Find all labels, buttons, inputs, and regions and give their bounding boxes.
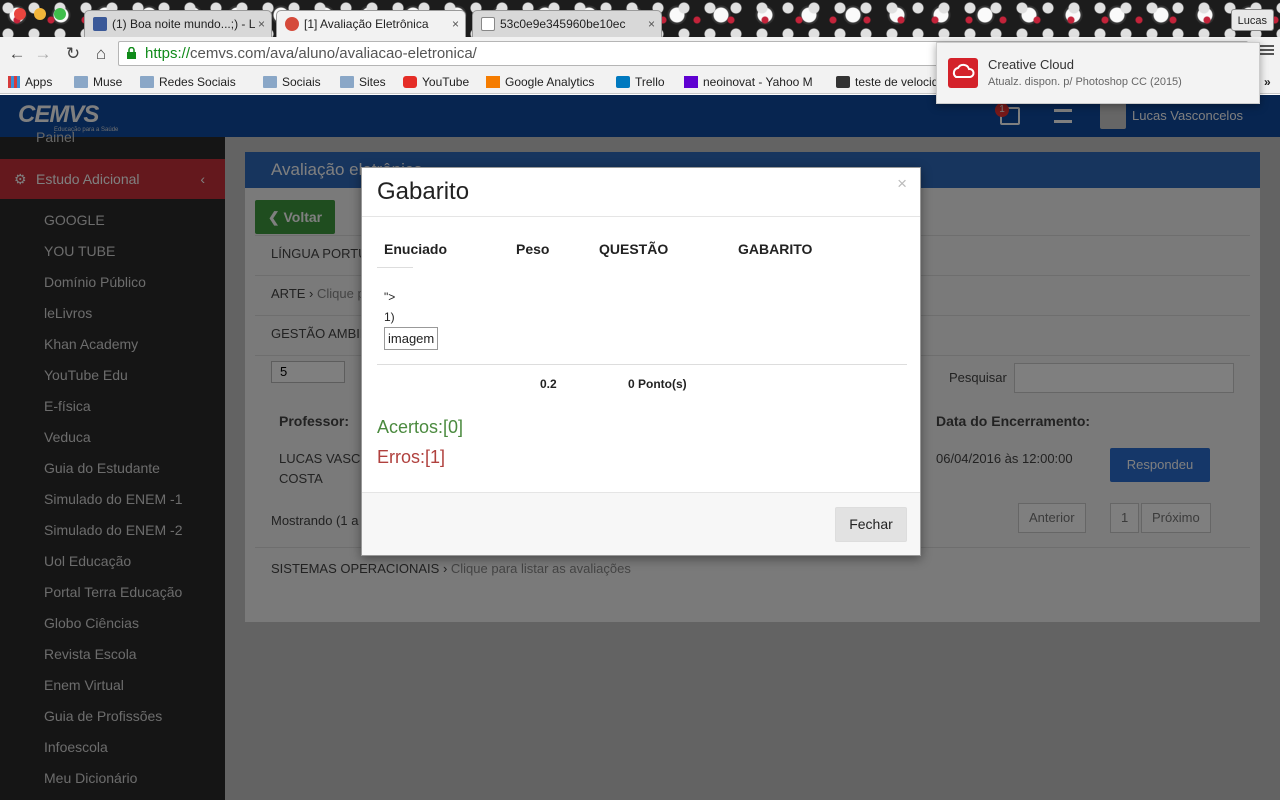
column-header-questao: QUESTÃO	[599, 241, 669, 257]
bookmark-sociais[interactable]: Sociais	[263, 74, 321, 90]
divider	[377, 267, 413, 268]
total-weight: 0.2	[540, 377, 557, 391]
question-number: 1)	[384, 310, 395, 324]
tab-close-icon[interactable]: ×	[452, 11, 459, 37]
modal-title: Gabarito	[377, 178, 470, 205]
divider	[377, 364, 907, 365]
column-header-peso: Peso	[516, 241, 550, 257]
maximize-window-icon[interactable]	[54, 8, 66, 20]
bookmark-sites[interactable]: Sites	[340, 74, 386, 90]
home-icon[interactable]: ⌂	[90, 43, 112, 65]
bookmark-teste[interactable]: teste de velocid	[836, 74, 938, 90]
url-scheme: https://	[145, 45, 191, 62]
browser-menu-icon[interactable]	[1260, 44, 1274, 56]
lock-icon	[127, 47, 136, 59]
tab-close-icon[interactable]: ×	[258, 11, 265, 37]
url-path: cemvs.com/ava/aluno/avaliacao-eletronica…	[190, 45, 477, 62]
site-favicon-icon	[285, 17, 299, 31]
back-arrow-icon[interactable]: ←	[6, 43, 28, 65]
divider	[362, 216, 920, 217]
bookmarks-overflow-icon[interactable]: »	[1264, 74, 1271, 90]
document-icon	[481, 17, 495, 31]
facebook-icon	[93, 17, 107, 31]
folder-icon	[263, 76, 277, 88]
tab-facebook[interactable]: (1) Boa noite mundo...;) - L ×	[84, 10, 272, 37]
browser-tabstrip: (1) Boa noite mundo...;) - L × [1] Avali…	[0, 0, 1280, 37]
column-header-gabarito: GABARITO	[738, 241, 813, 257]
statement-text: ">	[384, 290, 396, 304]
hits-count: Acertos:[0]	[377, 417, 464, 437]
modal-footer: Fechar	[362, 493, 920, 555]
notification-toast[interactable]: Creative Cloud Atualz. dispon. p/ Photos…	[936, 42, 1260, 104]
analytics-icon	[486, 76, 500, 88]
bookmark-youtube[interactable]: YouTube	[403, 74, 469, 90]
youtube-icon	[403, 76, 417, 88]
bookmark-muse[interactable]: Muse	[74, 74, 122, 90]
yahoo-icon	[684, 76, 698, 88]
folder-icon	[140, 76, 154, 88]
bookmark-yahoo[interactable]: neoinovat - Yahoo M	[684, 74, 813, 90]
notification-title: Creative Cloud	[988, 57, 1074, 72]
notification-body: Atualz. dispon. p/ Photoshop CC (2015)	[988, 76, 1182, 88]
tab-avaliacao[interactable]: [1] Avaliação Eletrônica ×	[276, 10, 466, 37]
broken-image: imagem	[384, 327, 439, 350]
close-icon[interactable]: ×	[897, 174, 907, 194]
tab-file[interactable]: 53c0e9e345960be10ec ×	[472, 10, 662, 37]
profile-button[interactable]: Lucas	[1230, 9, 1274, 31]
reload-icon[interactable]: ↻	[62, 43, 84, 65]
errors-count: Erros:[1]	[377, 447, 446, 467]
folder-icon	[340, 76, 354, 88]
gabarito-modal: Gabarito × Enuciado Peso QUESTÃO GABARIT…	[361, 167, 921, 556]
page-icon	[836, 76, 850, 88]
bookmark-google-analytics[interactable]: Google Analytics	[486, 74, 594, 90]
total-score: 0 Ponto(s)	[628, 377, 687, 391]
close-window-icon[interactable]	[14, 8, 26, 20]
forward-arrow-icon[interactable]: →	[32, 43, 54, 65]
trello-icon	[616, 76, 630, 88]
bookmark-redes-sociais[interactable]: Redes Sociais	[140, 74, 236, 90]
apps-grid-icon	[8, 76, 20, 88]
bookmark-apps[interactable]: Apps	[8, 74, 52, 90]
column-header-enunciado: Enuciado	[384, 241, 448, 257]
minimize-window-icon[interactable]	[34, 8, 46, 20]
bookmark-trello[interactable]: Trello	[616, 74, 665, 90]
creative-cloud-icon	[948, 58, 978, 88]
tab-close-icon[interactable]: ×	[648, 11, 655, 37]
folder-icon	[74, 76, 88, 88]
fechar-button[interactable]: Fechar	[835, 507, 907, 542]
